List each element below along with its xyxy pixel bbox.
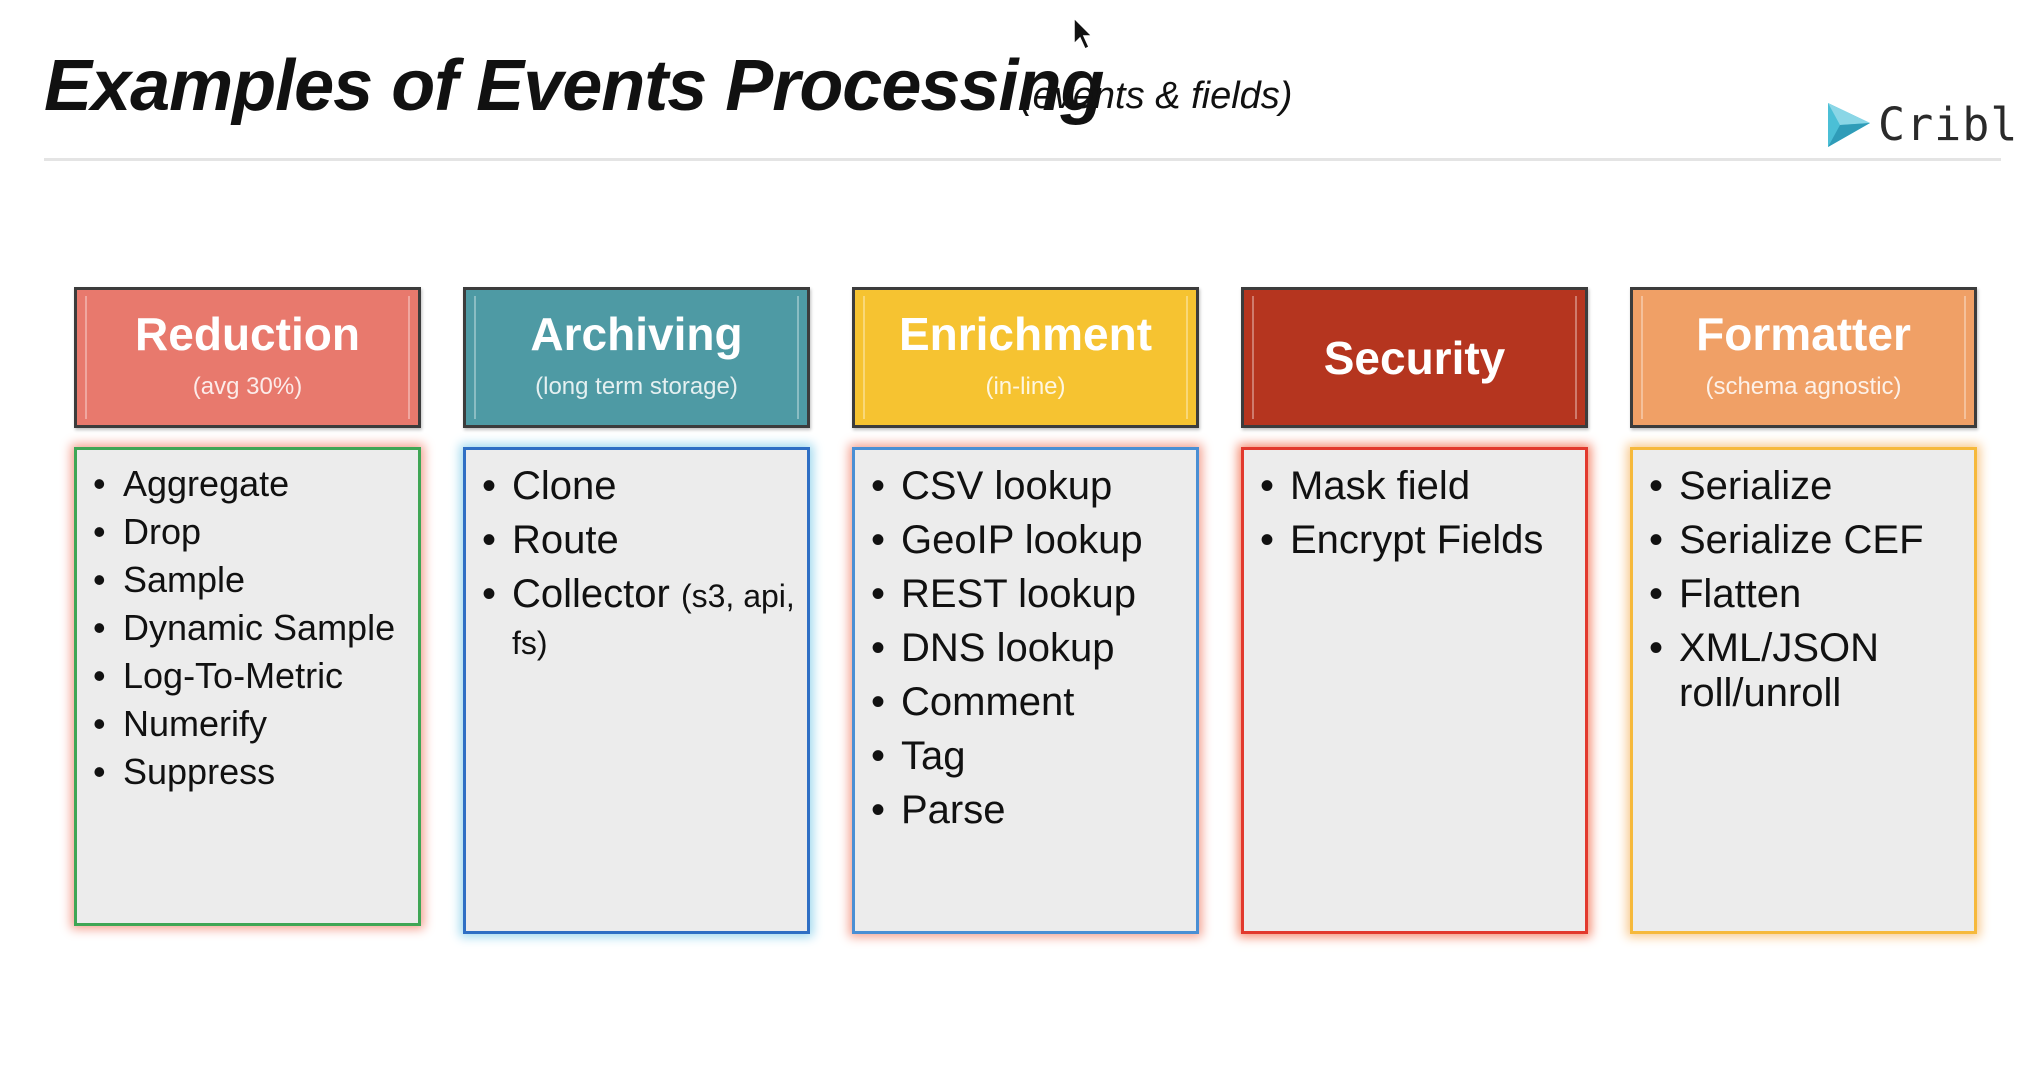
column-header: Formatter (schema agnostic)	[1630, 287, 1977, 428]
column-subtitle: (avg 30%)	[192, 373, 303, 400]
list-item: XML/JSON roll/unroll	[1649, 626, 1974, 716]
list-item: Route	[482, 518, 807, 563]
list-item: REST lookup	[871, 572, 1196, 617]
brand-logo: Cribl	[1826, 100, 2018, 150]
item-list: Clone Route Collector (s3, api, fs)	[466, 450, 807, 666]
list-item: Mask field	[1260, 464, 1585, 509]
slide-title: Examples of Events Processing	[44, 46, 1104, 126]
list-item: GeoIP lookup	[871, 518, 1196, 563]
list-item: Log-To-Metric	[93, 656, 418, 697]
cribl-chevron-icon	[1828, 103, 1870, 147]
item-list: Serialize Serialize CEF Flatten XML/JSON ro…	[1633, 450, 1974, 716]
column-title: Formatter	[1696, 308, 1911, 360]
column-subtitle: (long term storage)	[535, 373, 738, 400]
column-header: Archiving (long term storage)	[463, 287, 810, 428]
column-card: Serialize Serialize CEF Flatten XML/JSON ro…	[1630, 447, 1977, 934]
list-item: Aggregate	[93, 464, 418, 505]
list-item: Numerify	[93, 704, 418, 745]
title-divider	[44, 158, 2001, 161]
list-item: Tag	[871, 734, 1196, 779]
list-item: Collector (s3, api, fs)	[482, 572, 807, 666]
list-item: Flatten	[1649, 572, 1974, 617]
column-card: Clone Route Collector (s3, api, fs)	[463, 447, 810, 934]
list-item: Clone	[482, 464, 807, 509]
slide-subtitle: (events & fields)	[1020, 75, 1293, 117]
item-list: CSV lookup GeoIP lookup REST lookup DNS loo…	[855, 450, 1196, 833]
column-subtitle: (in-line)	[985, 373, 1066, 400]
list-item: Parse	[871, 788, 1196, 833]
list-item: Comment	[871, 680, 1196, 725]
mouse-pointer-icon	[1073, 16, 1094, 51]
list-item: Sample	[93, 560, 418, 601]
list-item: Encrypt Fields	[1260, 518, 1585, 563]
column-title: Reduction	[135, 308, 360, 360]
column-title: Archiving	[530, 308, 743, 360]
column-header: Reduction (avg 30%)	[74, 287, 421, 428]
list-item: Serialize	[1649, 464, 1974, 509]
list-item: Serialize CEF	[1649, 518, 1974, 563]
list-item: Suppress	[93, 752, 418, 793]
column-card: Aggregate Drop Sample Dynamic Sample Log-To-…	[74, 447, 421, 926]
column-title: Security	[1323, 332, 1506, 384]
column-card: Mask field Encrypt Fields	[1241, 447, 1588, 934]
list-item: CSV lookup	[871, 464, 1196, 509]
list-item-note: (s3, api, fs)	[512, 578, 795, 661]
column-header: Enrichment (in-line)	[852, 287, 1199, 428]
column-title: Enrichment	[898, 308, 1153, 360]
item-list: Aggregate Drop Sample Dynamic Sample Log-To-…	[77, 450, 418, 793]
list-item: Dynamic Sample	[93, 608, 418, 649]
brand-name: Cribl	[1878, 98, 2019, 151]
column-header: Security	[1241, 287, 1588, 428]
item-list: Mask field Encrypt Fields	[1244, 450, 1585, 563]
column-card: CSV lookup GeoIP lookup REST lookup DNS loo…	[852, 447, 1199, 934]
list-item: DNS lookup	[871, 626, 1196, 671]
list-item: Drop	[93, 512, 418, 553]
column-subtitle: (schema agnostic)	[1705, 373, 1902, 400]
